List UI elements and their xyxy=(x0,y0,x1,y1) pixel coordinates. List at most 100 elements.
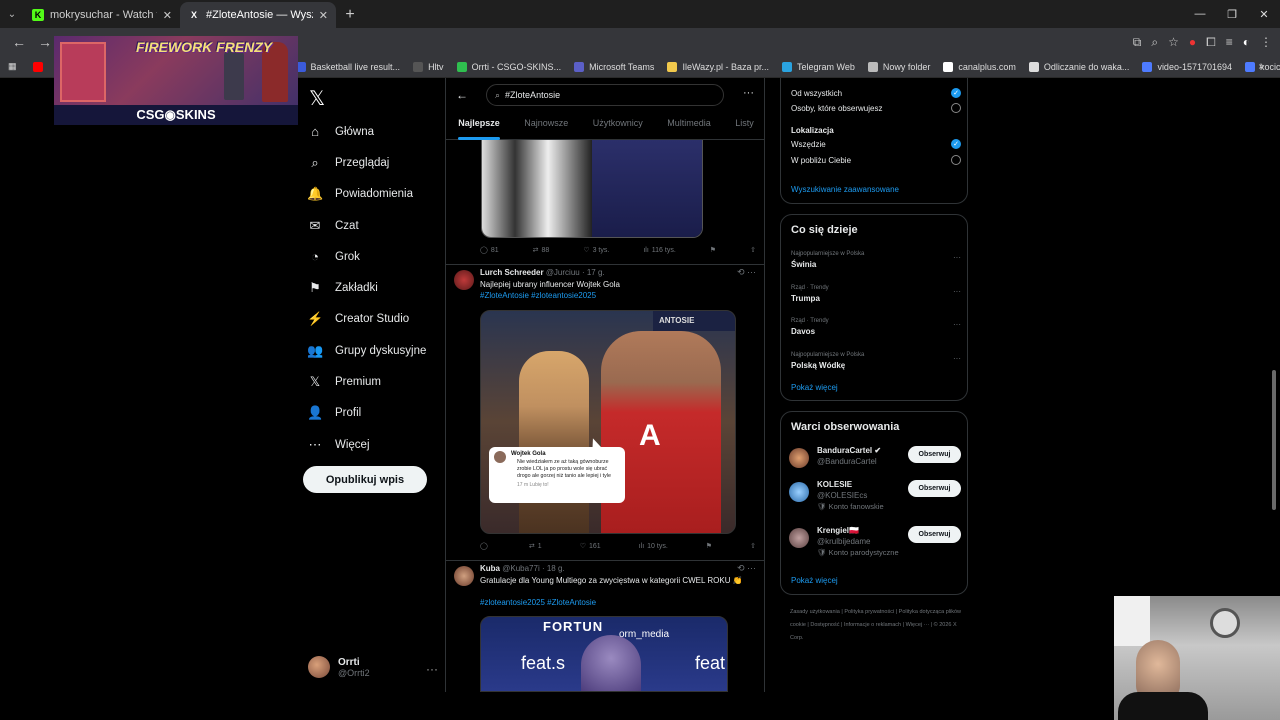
filter-option[interactable]: Od wszystkich ✓ xyxy=(791,88,961,98)
page-scrollbar[interactable] xyxy=(1272,80,1278,720)
more-icon[interactable]: ··· xyxy=(953,287,961,296)
close-tab-icon[interactable]: ✕ xyxy=(163,9,172,22)
bookmark-item[interactable]: Microsoft Teams xyxy=(574,61,654,72)
bookmark-item[interactable]: Odliczanie do waka... xyxy=(1028,61,1129,72)
sidebar-item-chat[interactable]: ✉ Czat xyxy=(303,210,443,241)
bookmark-item[interactable]: Telegram Web xyxy=(781,61,855,72)
trend-item[interactable]: Najpopularniejsze w Polska Polską Wódkę ··… xyxy=(791,352,961,370)
sidebar-item-notifications[interactable]: 🔔 Powiadomienia xyxy=(303,179,443,210)
tab-search-dropdown-icon[interactable]: ⌄ xyxy=(0,0,24,28)
tweet-author[interactable]: Lurch Schreeder xyxy=(480,268,544,277)
more-icon[interactable]: ⟲ ··· xyxy=(737,267,756,278)
sidebar-item-bookmarks[interactable]: ⚑ Zakładki xyxy=(303,272,443,303)
profile-icon[interactable]: ◐ xyxy=(1243,35,1250,49)
browser-tab-x[interactable]: X #ZloteAntosie — Wyszukiwanie ✕ xyxy=(180,2,336,28)
back-arrow-icon[interactable]: ← xyxy=(456,88,468,102)
close-window-icon[interactable]: ✕ xyxy=(1248,0,1280,28)
follow-button[interactable]: Obserwuj xyxy=(908,526,961,543)
avatar[interactable] xyxy=(454,566,474,586)
more-options-icon[interactable]: ··· xyxy=(743,87,754,99)
avatar[interactable] xyxy=(789,482,809,502)
tab-listy[interactable]: Listy xyxy=(735,112,754,140)
tweet-image[interactable]: FORTUN orm_media feat.s feat xyxy=(480,616,728,692)
trend-item[interactable]: Najpopularniejsze w Polska Świnia ··· xyxy=(791,251,961,269)
bookmark-item[interactable]: canalplus.com xyxy=(943,61,1016,72)
tab-użytkownicy[interactable]: Użytkownicy xyxy=(593,112,643,140)
more-icon[interactable]: ··· xyxy=(953,320,961,329)
footer-link[interactable]: Zasady użytkowania xyxy=(790,609,840,615)
more-icon[interactable]: ··· xyxy=(426,662,438,676)
apps-grid-icon[interactable]: ▦ xyxy=(8,61,17,72)
back-arrow-icon[interactable]: ← xyxy=(6,34,32,50)
footer-link[interactable]: Dostępność xyxy=(810,622,839,628)
tweet-hashtags[interactable]: #ZloteAntosie #zloteantosie2025 xyxy=(480,290,750,301)
cast-icon[interactable]: ⧉ xyxy=(1133,35,1142,50)
retweet-button[interactable]: ⇄ 88 xyxy=(533,246,550,255)
tab-najnowsze[interactable]: Najnowsze xyxy=(524,112,568,140)
bookmark-icon[interactable]: ⚑ xyxy=(710,246,716,254)
account-switcher[interactable]: Orrti @Orrti2 ··· xyxy=(308,656,438,678)
reply-button[interactable]: ◯ xyxy=(480,542,491,550)
filter-option[interactable]: W pobliżu Ciebie xyxy=(791,155,961,165)
like-button[interactable]: ♡ 161 xyxy=(580,542,601,551)
maximize-icon[interactable]: ❐ xyxy=(1216,0,1248,28)
footer-link[interactable]: Więcej ··· xyxy=(906,622,930,628)
bookmark-item[interactable]: video-1571701694 xyxy=(1142,61,1232,72)
sidebar-item-profile[interactable]: 👤 Profil xyxy=(303,398,443,429)
views-button[interactable]: ılı 116 tys. xyxy=(643,247,675,254)
avatar[interactable] xyxy=(454,270,474,290)
follow-button[interactable]: Obserwuj xyxy=(908,480,961,497)
share-icon[interactable]: ⇧ xyxy=(750,246,756,254)
more-icon[interactable]: ··· xyxy=(953,253,961,262)
bookmark-item[interactable]: Basketball live result... xyxy=(295,61,400,72)
bookmark-item[interactable]: IleWazy.pl - Baza pr... xyxy=(667,61,769,72)
more-icon[interactable]: ⟲ ··· xyxy=(737,563,756,574)
tweet-image[interactable]: A ANTOSIE Wojtek Gola Nie wiedziałem ze … xyxy=(480,310,736,534)
star-icon[interactable]: ☆ xyxy=(1168,35,1179,49)
sidebar-item-more[interactable]: ⋯ Więcej xyxy=(303,429,443,460)
sidebar-item-grok[interactable]: ◔ Grok xyxy=(303,241,443,272)
menu-kebab-icon[interactable]: ⋮ xyxy=(1260,35,1272,49)
post-button[interactable]: Opublikuj wpis xyxy=(303,466,427,493)
bookmark-icon[interactable]: ⚑ xyxy=(706,542,712,550)
sidebar-item-communities[interactable]: 👥 Grupy dyskusyjne xyxy=(303,335,443,366)
sidebar-item-premium[interactable]: 𝕏 Premium xyxy=(303,366,443,397)
media-icon[interactable]: ≡ xyxy=(1226,35,1233,49)
trend-item[interactable]: Rząd · Trendy Trumpa ··· xyxy=(791,285,961,303)
zoom-icon[interactable]: ⌕ xyxy=(1151,35,1158,50)
footer-link[interactable]: Polityka prywatności xyxy=(844,609,894,615)
follow-button[interactable]: Obserwuj xyxy=(908,446,961,463)
more-icon[interactable]: ··· xyxy=(953,354,961,363)
tweet-image[interactable] xyxy=(481,140,703,238)
share-icon[interactable]: ⇧ xyxy=(750,542,756,550)
avatar[interactable] xyxy=(789,448,809,468)
radio-checked-icon[interactable]: ✓ xyxy=(951,139,961,149)
filter-option[interactable]: Wszędzie ✓ xyxy=(791,139,961,149)
extension-red-icon[interactable]: ● xyxy=(1189,35,1196,49)
radio-icon[interactable] xyxy=(951,103,961,113)
avatar[interactable] xyxy=(789,528,809,548)
browser-tab-kick[interactable]: K mokrysuchar - Watch the VOD ✕ xyxy=(24,2,180,28)
scrollbar-thumb[interactable] xyxy=(1272,370,1276,510)
bookmark-item[interactable]: Hltv xyxy=(413,61,444,72)
advanced-search-link[interactable]: Wyszukiwanie zaawansowane xyxy=(791,185,899,194)
sidebar-item-home[interactable]: ⌂ Główna xyxy=(303,116,443,147)
tweet-author[interactable]: Kuba xyxy=(480,564,500,573)
new-tab-button[interactable]: + xyxy=(336,2,364,28)
search-input[interactable]: ⌕ #ZloteAntosie xyxy=(486,84,724,106)
filter-option[interactable]: Osoby, które obserwujesz xyxy=(791,103,961,113)
sidebar-item-explore[interactable]: ⌕ Przeglądaj xyxy=(303,147,443,178)
x-logo-icon[interactable]: 𝕏 xyxy=(309,86,443,110)
reply-button[interactable]: ◯ 81 xyxy=(480,246,499,255)
radio-checked-icon[interactable]: ✓ xyxy=(951,88,961,98)
footer-link[interactable]: Informacje o reklamach xyxy=(844,622,901,628)
views-button[interactable]: ılı 10 tys. xyxy=(639,543,668,550)
sidebar-item-creator-studio[interactable]: ⚡ Creator Studio xyxy=(303,304,443,335)
minimize-icon[interactable]: — xyxy=(1184,0,1216,28)
tweet-hashtags[interactable]: #zloteantosie2025 #ZloteAntosie xyxy=(480,597,750,608)
tab-najlepsze[interactable]: Najlepsze xyxy=(458,112,500,140)
show-more-link[interactable]: Pokaż więcej xyxy=(791,576,838,585)
youtube-icon[interactable] xyxy=(32,61,43,72)
bookmark-item[interactable]: Orrti - CSGO-SKINS... xyxy=(456,61,561,72)
tab-multimedia[interactable]: Multimedia xyxy=(667,112,711,140)
